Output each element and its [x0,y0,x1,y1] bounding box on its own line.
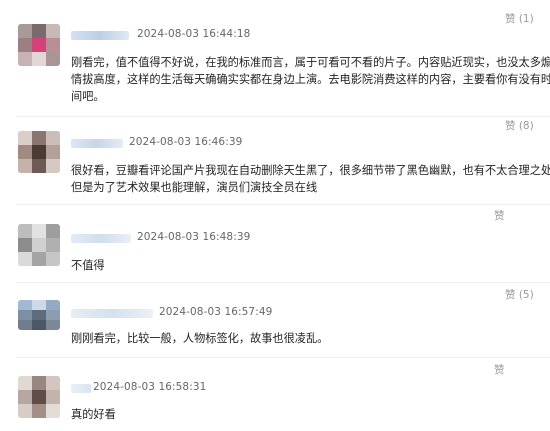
comment-text: 刚看完，值不值得不好说，在我的标准而言，属于可看可不看的片子。内容贴近现实，也没… [71,54,550,105]
comment-text-line: 很好看，豆瓣看评论国产片我现在自动删除天生黑了，很多细节带了黑色幽默，也有不太合… [71,164,550,177]
comment-text-line: 间吧。 [71,90,105,103]
avatar[interactable] [18,376,60,418]
comment-text-line: 但是为了艺术效果也能理解，演员们演技全员在线 [71,181,318,194]
comment-text-line: 刚看完，值不值得不好说，在我的标准而言，属于可看可不看的片子。内容贴近现实，也没… [71,56,550,69]
comment-timestamp: 2024-08-03 16:58:31 [93,381,207,393]
avatar[interactable] [18,224,60,266]
comment-list: 2024-08-03 16:44:18 赞 (1) 刚看完，值不值得不好说，在我… [0,0,550,431]
like-button[interactable]: 赞 (8) [505,118,534,133]
comment-text-line: 真的好看 [71,408,116,421]
avatar[interactable] [18,131,60,173]
like-button[interactable]: 赞 (5) [505,287,534,302]
comment-text-line: 不值得 [71,259,105,272]
comment-timestamp: 2024-08-03 16:48:39 [137,231,251,243]
comment-text-line: 刚刚看完，比较一般，人物标签化，故事也很凌乱。 [71,332,329,345]
comment-text-line: 情拔高度，这样的生活每天确确实实都在身边上演。去电影院消费这样的内容，主要看你有… [71,73,550,86]
username[interactable] [71,309,153,318]
like-button[interactable]: 赞 (1) [505,11,534,26]
comment-text: 刚刚看完，比较一般，人物标签化，故事也很凌乱。 [71,330,546,347]
username[interactable] [71,234,131,243]
like-button[interactable]: 赞 [494,208,505,223]
comment-item: 2024-08-03 16:57:49 赞 (5) 刚刚看完，比较一般，人物标签… [0,283,550,356]
comment-timestamp: 2024-08-03 16:44:18 [137,28,251,40]
comment-timestamp: 2024-08-03 16:46:39 [129,136,243,148]
comment-item: 2024-08-03 16:46:39 赞 (8) 很好看，豆瓣看评论国产片我现… [0,117,550,205]
comment-timestamp: 2024-08-03 16:57:49 [159,306,273,318]
username[interactable] [71,384,91,393]
avatar[interactable] [18,24,60,66]
comment-text: 很好看，豆瓣看评论国产片我现在自动删除天生黑了，很多细节带了黑色幽默，也有不太合… [71,162,550,196]
username[interactable] [71,31,129,40]
username[interactable] [71,139,123,148]
comment-text: 不值得 [71,257,546,274]
comment-item: 2024-08-03 16:48:39 赞 不值得 [0,205,550,282]
like-button[interactable]: 赞 [494,362,505,377]
avatar[interactable] [18,300,60,330]
comment-text: 真的好看 [71,406,546,423]
comment-item: 2024-08-03 16:44:18 赞 (1) 刚看完，值不值得不好说，在我… [0,0,550,118]
comment-item: 2024-08-03 16:58:31 赞 真的好看 [0,358,550,431]
